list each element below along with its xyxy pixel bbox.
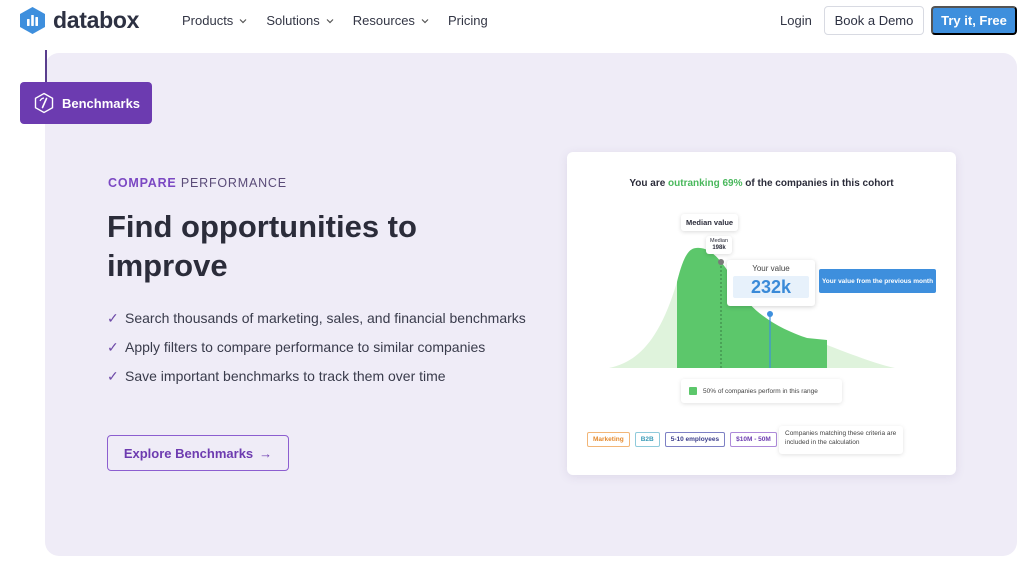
benchmarks-badge: Benchmarks [20,82,152,124]
check-icon: ✓ [107,368,119,384]
connector-line [45,50,47,82]
try-free-button[interactable]: Try it, Free [931,6,1017,35]
nav-item-products[interactable]: Products [182,13,247,28]
list-item-text: Search thousands of marketing, sales, an… [125,310,526,326]
tag-revenue[interactable]: $10M - 50M [730,432,777,447]
nav-item-label: Products [182,13,234,28]
check-icon: ✓ [107,339,119,355]
median-small-label: Median 198k [706,236,733,254]
tag-employees[interactable]: 5-10 employees [664,432,726,447]
list-item-text: Save important benchmarks to track them … [125,368,446,384]
previous-month-tooltip: Your value from the previous month [819,269,936,293]
median-point [718,259,724,265]
arrow-right-icon: → [259,445,273,461]
your-value-label: Your value [752,264,790,273]
list-item: ✓ Save important benchmarks to track the… [107,366,527,386]
nav-item-solutions[interactable]: Solutions [266,13,334,28]
list-item-text: Apply filters to compare performance to … [125,339,486,355]
explore-benchmarks-button[interactable]: Explore Benchmarks → [107,435,289,471]
median-small-text: Median [710,238,729,244]
eyebrow-word-1: COMPARE [108,176,177,190]
nav-item-label: Pricing [447,13,488,28]
brand-name: databox [53,7,140,33]
databox-logo-icon [20,7,45,34]
databox-logo[interactable]: databox [20,7,139,34]
tag-marketing[interactable]: Marketing [587,432,630,447]
section-eyebrow: COMPARE PERFORMANCE [108,176,287,190]
check-icon: ✓ [107,310,119,326]
benchmark-card: You are outranking 69% of the companies … [567,152,956,475]
eyebrow-word-2: PERFORMANCE [180,176,287,190]
nav-item-label: Resources [352,13,415,28]
gauge-icon [34,92,54,114]
nav-item-resources[interactable]: Resources [353,13,429,28]
nav-menu: Products Solutions Resources Pricing [182,13,507,28]
nav-item-pricing[interactable]: Pricing [448,13,488,28]
tag-b2b[interactable]: B2B [634,432,660,447]
chevron-down-icon [421,18,429,23]
list-item: ✓ Apply filters to compare performance t… [107,337,527,357]
range-text: 50% of companies perform in this range [703,387,818,395]
your-value-box: Your value 232k [727,260,815,306]
button-label: Explore Benchmarks [123,445,254,461]
page-title: Find opportunities to improve [107,209,417,283]
book-demo-button[interactable]: Book a Demo [824,6,924,35]
chevron-down-icon [326,18,334,23]
your-value-point [767,311,773,317]
range-swatch [689,387,697,395]
criteria-tooltip: Companies matching these criteria are in… [779,426,903,454]
nav-item-label: Solutions [266,13,320,28]
filter-tags: Marketing B2B 5-10 employees $10M - 50M [587,432,777,447]
median-value-tooltip: Median value [681,214,739,231]
range-legend: 50% of companies perform in this range [681,379,842,403]
your-value-number: 232k [733,276,809,298]
top-navigation: databox Products Solutions Resources Pri… [0,0,1024,42]
login-link[interactable]: Login [780,13,812,28]
chevron-down-icon [239,18,247,23]
list-item: ✓ Search thousands of marketing, sales, … [107,308,527,328]
feature-list: ✓ Search thousands of marketing, sales, … [107,308,527,395]
median-value: 198k [712,245,726,251]
badge-label: Benchmarks [62,95,141,111]
